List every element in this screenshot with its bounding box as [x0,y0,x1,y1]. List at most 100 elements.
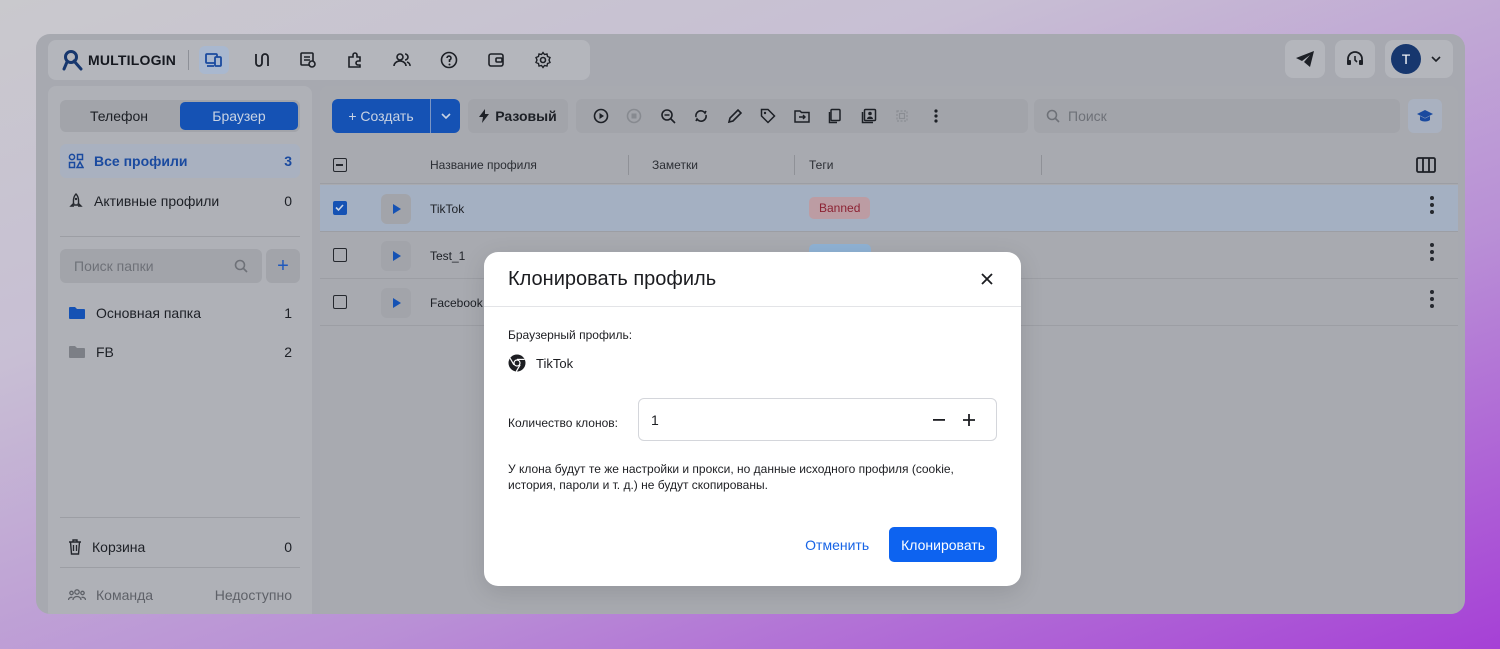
column-header-tags[interactable]: Теги [809,158,833,172]
sidebar-item-folder-fb[interactable]: FB 2 [60,335,300,369]
search-placeholder: Поиск [1068,108,1107,124]
sidebar-item-folder-main[interactable]: Основная папка 1 [60,296,300,330]
help-icon[interactable] [434,46,464,74]
zoom-out-icon[interactable] [651,108,685,124]
divider [60,567,300,568]
divider [188,50,190,70]
search-icon [234,259,248,273]
main-nav: MULTILOGIN [48,40,590,80]
profile-actions [576,99,1028,133]
cancel-button[interactable]: Отменить [805,537,869,553]
search-input[interactable]: Поиск [1034,99,1400,133]
user-menu[interactable]: T [1385,40,1453,78]
tab-browser[interactable]: Браузер [180,102,298,130]
team-icon [68,589,86,601]
extensions-icon[interactable] [340,46,370,74]
increment-button[interactable] [954,413,984,426]
stop-icon[interactable] [618,108,652,124]
search-icon [1046,109,1060,123]
source-profile: TikTok [508,354,573,372]
sidebar-item-trash[interactable]: Корзина 0 [60,530,300,564]
row-menu-button[interactable] [1430,290,1434,311]
chrome-icon [508,354,526,372]
dialog-footer: Отменить Клонировать [805,527,997,562]
row-checkbox[interactable] [333,201,347,215]
folder-search-placeholder: Поиск папки [74,258,154,274]
one-off-profile-button[interactable]: Разовый [468,99,568,133]
table-row[interactable]: TikTok Banned [320,185,1458,232]
routes-icon[interactable] [246,46,276,74]
settings-icon[interactable] [528,46,558,74]
sidebar-item-label: Активные профили [94,193,220,209]
divider [60,236,300,237]
column-header-name[interactable]: Название профиля [430,158,537,172]
row-menu-button[interactable] [1430,196,1434,217]
copy-icon[interactable] [819,108,853,124]
toolbar: + Создать Разовый Поиск [332,98,1446,134]
play-icon[interactable] [584,108,618,124]
move-to-folder-icon[interactable] [785,109,819,123]
create-button-group: + Создать [332,99,460,133]
folder-icon [69,307,85,319]
profile-name: Facebook [430,296,483,310]
edit-icon[interactable] [718,108,752,124]
sidebar-item-label: FB [96,344,114,360]
plus-icon: + [277,254,289,277]
sidebar-item-active-profiles[interactable]: Активные профили 0 [60,184,300,218]
folder-count: 1 [284,305,292,321]
select-all-checkbox[interactable] [333,158,347,172]
profiles-icon[interactable] [199,46,230,74]
profile-card-icon[interactable] [852,108,886,124]
tag-icon[interactable] [752,108,786,124]
one-off-label: Разовый [495,108,557,124]
profile-name: Test_1 [430,249,466,263]
select-icon[interactable] [886,108,920,124]
column-divider[interactable] [794,155,795,175]
clone-quantity-label: Количество клонов: [508,416,618,430]
sidebar-item-all-profiles[interactable]: Все профили 3 [60,144,300,178]
avatar: T [1391,44,1421,74]
profile-name: TikTok [430,202,465,216]
folder-search-input[interactable]: Поиск папки [60,249,262,283]
create-dropdown-button[interactable] [430,99,460,133]
row-checkbox[interactable] [333,295,347,309]
launch-button[interactable] [381,288,411,318]
row-menu-button[interactable] [1430,243,1434,264]
telegram-button[interactable] [1285,40,1325,78]
wallet-icon[interactable] [481,46,511,74]
dialog-header: Клонировать профиль [484,252,1021,307]
column-divider[interactable] [628,155,629,175]
close-button[interactable] [977,269,997,289]
tab-phone[interactable]: Телефон [60,100,178,132]
team-icon[interactable] [387,46,417,74]
multilogin-logo-icon [62,50,83,71]
support-button[interactable] [1335,40,1375,78]
profile-count: 0 [284,193,292,209]
more-vertical-icon[interactable] [919,109,953,123]
play-icon [392,251,401,261]
shapes-icon [68,153,84,169]
learning-button[interactable] [1408,99,1442,133]
clone-quantity-stepper[interactable]: 1 [638,398,997,441]
create-button[interactable]: + Создать [332,99,430,133]
columns-icon[interactable] [1416,157,1436,173]
launch-button[interactable] [381,241,411,271]
top-right-actions: T [1285,40,1453,78]
launch-button[interactable] [381,194,411,224]
chevron-down-icon [1431,56,1441,62]
clone-button[interactable]: Клонировать [889,527,997,562]
clone-quantity-value[interactable]: 1 [651,412,924,428]
decrement-button[interactable] [924,418,954,421]
column-divider[interactable] [1041,155,1042,175]
row-checkbox[interactable] [333,248,347,262]
column-header-notes[interactable]: Заметки [652,158,698,172]
telegram-icon [1296,51,1314,67]
close-icon [981,273,993,285]
proxy-icon[interactable] [293,46,323,74]
add-folder-button[interactable]: + [266,249,300,283]
top-bar: MULTILOGIN T [36,34,1465,86]
folder-icon [69,346,85,358]
sync-icon[interactable] [685,108,719,124]
source-profile-name: TikTok [536,355,574,371]
trash-icon [69,539,81,555]
